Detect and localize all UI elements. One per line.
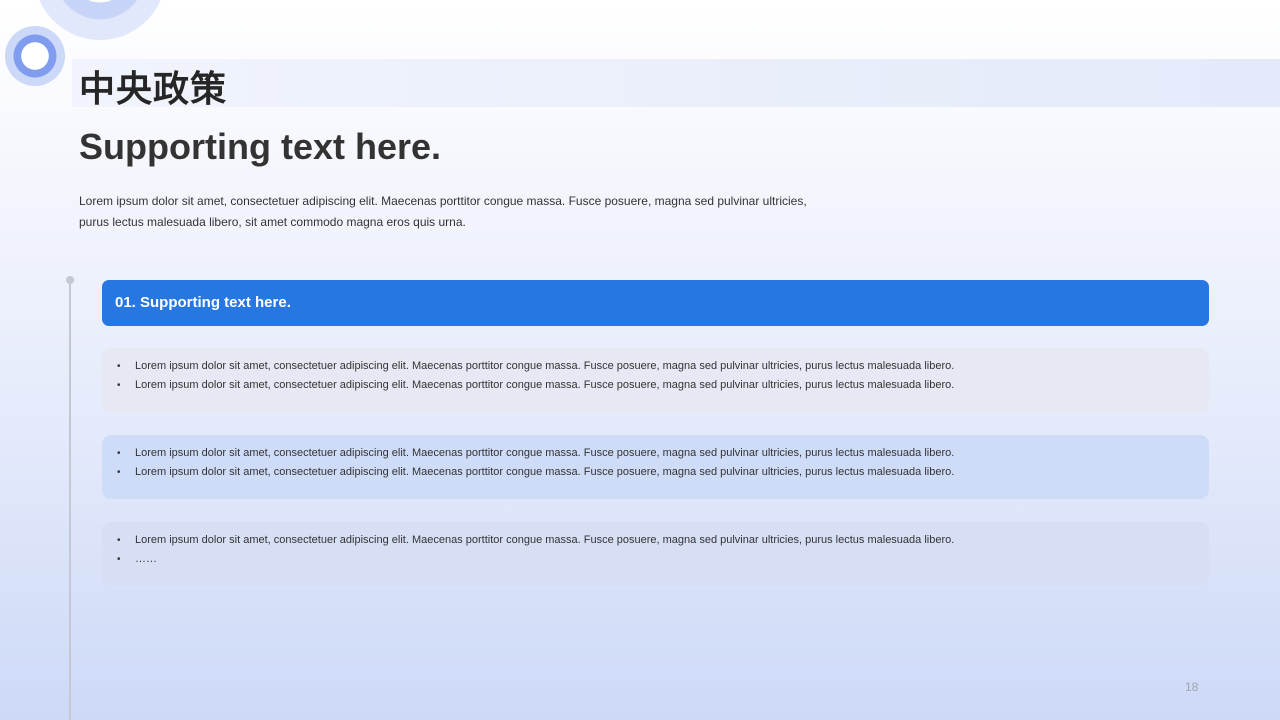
timeline-line (69, 280, 71, 720)
section-header: 01. Supporting text here. (102, 280, 1209, 326)
bullet-item: …… (117, 550, 1209, 569)
decorative-ring-small-icon (5, 26, 65, 86)
bullet-item: Lorem ipsum dolor sit amet, consectetuer… (117, 463, 1209, 482)
bullet-item: Lorem ipsum dolor sit amet, consectetuer… (117, 444, 1209, 463)
bullet-list: Lorem ipsum dolor sit amet, consectetuer… (117, 444, 1209, 482)
bullet-item: Lorem ipsum dolor sit amet, consectetuer… (117, 531, 1209, 550)
page-title: 中央政策 (79, 69, 228, 110)
page-number: 18 (1185, 680, 1199, 694)
bullet-item: Lorem ipsum dolor sit amet, consectetuer… (117, 357, 1209, 376)
content-card: Lorem ipsum dolor sit amet, consectetuer… (102, 522, 1209, 586)
bullet-item: Lorem ipsum dolor sit amet, consectetuer… (117, 376, 1209, 395)
intro-paragraph: Lorem ipsum dolor sit amet, consectetuer… (79, 191, 899, 233)
bullet-list: Lorem ipsum dolor sit amet, consectetuer… (117, 357, 1209, 395)
content-card: Lorem ipsum dolor sit amet, consectetuer… (102, 348, 1209, 412)
intro-line: purus lectus malesuada libero, sit amet … (79, 215, 466, 229)
bullet-list: Lorem ipsum dolor sit amet, consectetuer… (117, 531, 1209, 569)
subtitle: Supporting text here. (79, 126, 442, 167)
intro-line: Lorem ipsum dolor sit amet, consectetuer… (79, 194, 807, 208)
title-band (72, 59, 1280, 107)
content-card: Lorem ipsum dolor sit amet, consectetuer… (102, 435, 1209, 499)
timeline-dot-icon (66, 276, 74, 284)
